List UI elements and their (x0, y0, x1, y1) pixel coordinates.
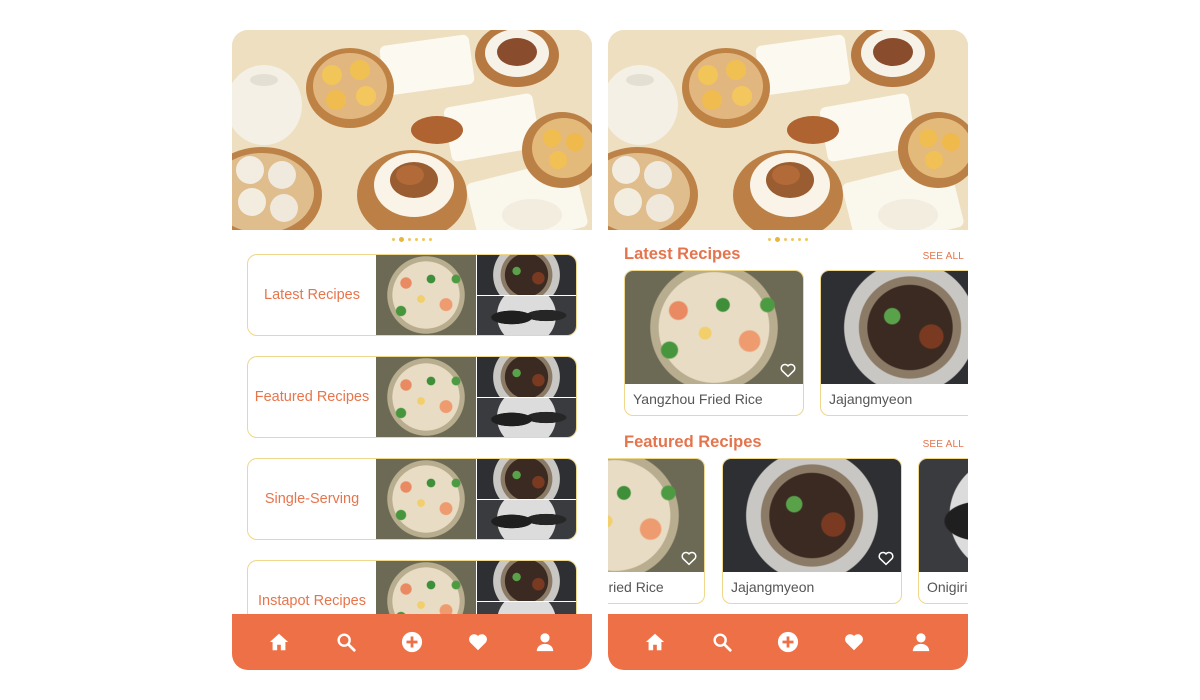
category-card-latest[interactable]: Latest Recipes (247, 254, 577, 336)
carousel-dot[interactable] (805, 237, 808, 241)
recipe-name: Jajangmyeon (829, 391, 913, 407)
carousel-dot-active[interactable] (775, 236, 780, 242)
favorite-heart-icon[interactable] (877, 549, 895, 567)
onigiri-photo (919, 459, 968, 572)
category-label: Latest Recipes (264, 287, 360, 303)
jajangmyeon-photo (476, 561, 576, 601)
carousel-dot[interactable] (415, 237, 418, 241)
onigiri-photo (476, 498, 576, 539)
carousel-dot[interactable] (429, 237, 432, 241)
onigiri-photo (476, 294, 576, 335)
nav-home-button[interactable] (641, 628, 669, 656)
recipe-name: Yangzhou Fried Rice (608, 579, 664, 595)
home-icon (270, 633, 289, 651)
jajangmyeon-photo (476, 255, 576, 295)
nav-favorites-button[interactable] (464, 628, 492, 656)
carousel-dot[interactable] (392, 237, 395, 241)
jajangmyeon-photo (476, 459, 576, 499)
favorite-heart-icon[interactable] (680, 549, 698, 567)
carousel-indicator[interactable] (608, 235, 968, 243)
heart-icon (845, 634, 864, 651)
bottom-nav-bar (232, 614, 592, 670)
jajangmyeon-photo (723, 459, 901, 572)
nav-add-button[interactable] (398, 628, 426, 656)
jajangmyeon-photo (821, 271, 968, 384)
fried-rice-photo (376, 459, 476, 539)
category-card-single-serving[interactable]: Single-Serving (247, 458, 577, 540)
search-icon (713, 633, 732, 652)
nav-add-button[interactable] (774, 628, 802, 656)
nav-search-button[interactable] (332, 628, 360, 656)
heart-icon (469, 634, 488, 651)
recipe-card[interactable]: Jajangmyeon (820, 270, 968, 416)
carousel-dot[interactable] (784, 237, 787, 241)
fried-rice-photo (376, 255, 476, 335)
home-icon (646, 633, 665, 651)
category-card-featured[interactable]: Featured Recipes (247, 356, 577, 438)
recipe-name: Yangzhou Fried Rice (633, 391, 763, 407)
section-title-featured: Featured Recipes (624, 433, 762, 451)
dim-sum-table-illustration (232, 30, 592, 230)
fried-rice-photo (608, 459, 704, 572)
jajangmyeon-photo (476, 357, 576, 397)
onigiri-photo (476, 396, 576, 437)
hero-banner-image[interactable] (608, 30, 968, 230)
carousel-dot[interactable] (791, 237, 794, 241)
recipe-name: Jajangmyeon (731, 579, 815, 595)
section-title-latest: Latest Recipes (624, 245, 741, 263)
fried-rice-photo (376, 357, 476, 437)
profile-icon (536, 633, 553, 652)
recipe-card[interactable]: Jajangmyeon (722, 458, 902, 604)
bottom-nav-bar (608, 614, 968, 670)
add-icon (401, 631, 423, 653)
favorite-heart-icon[interactable] (779, 361, 797, 379)
see-all-featured-link[interactable]: SEE ALL (923, 439, 964, 450)
recipe-card[interactable]: Yangzhou Fried Rice (608, 458, 705, 604)
carousel-dot[interactable] (798, 237, 801, 241)
phone-home-screen: Latest Recipes SEE ALL Yangzhou Fried Ri… (608, 30, 968, 670)
category-photo-collage (376, 357, 576, 437)
carousel-indicator[interactable] (232, 235, 592, 243)
recipe-name: Onigiri (927, 579, 968, 595)
carousel-dot[interactable] (408, 237, 411, 241)
see-all-latest-link[interactable]: SEE ALL (923, 251, 964, 262)
nav-favorites-button[interactable] (840, 628, 868, 656)
nav-profile-button[interactable] (531, 628, 559, 656)
category-photo-collage (376, 459, 576, 539)
fried-rice-photo (625, 271, 803, 384)
phone-categories-screen: Latest Recipes Featured Recipes Single-S… (232, 30, 592, 670)
carousel-dot[interactable] (422, 237, 425, 241)
search-icon (337, 633, 356, 652)
hero-banner-image[interactable] (232, 30, 592, 230)
category-label: Single-Serving (264, 491, 360, 507)
nav-profile-button[interactable] (907, 628, 935, 656)
profile-icon (912, 633, 929, 652)
recipe-card[interactable]: Onigiri (918, 458, 968, 604)
nav-search-button[interactable] (708, 628, 736, 656)
category-photo-collage (376, 255, 576, 335)
carousel-dot-active[interactable] (399, 236, 404, 242)
recipe-card[interactable]: Yangzhou Fried Rice (624, 270, 804, 416)
carousel-dot[interactable] (768, 237, 771, 241)
nav-home-button[interactable] (265, 628, 293, 656)
add-icon (777, 631, 799, 653)
dim-sum-table-illustration (608, 30, 968, 230)
category-label: Featured Recipes (254, 389, 370, 405)
